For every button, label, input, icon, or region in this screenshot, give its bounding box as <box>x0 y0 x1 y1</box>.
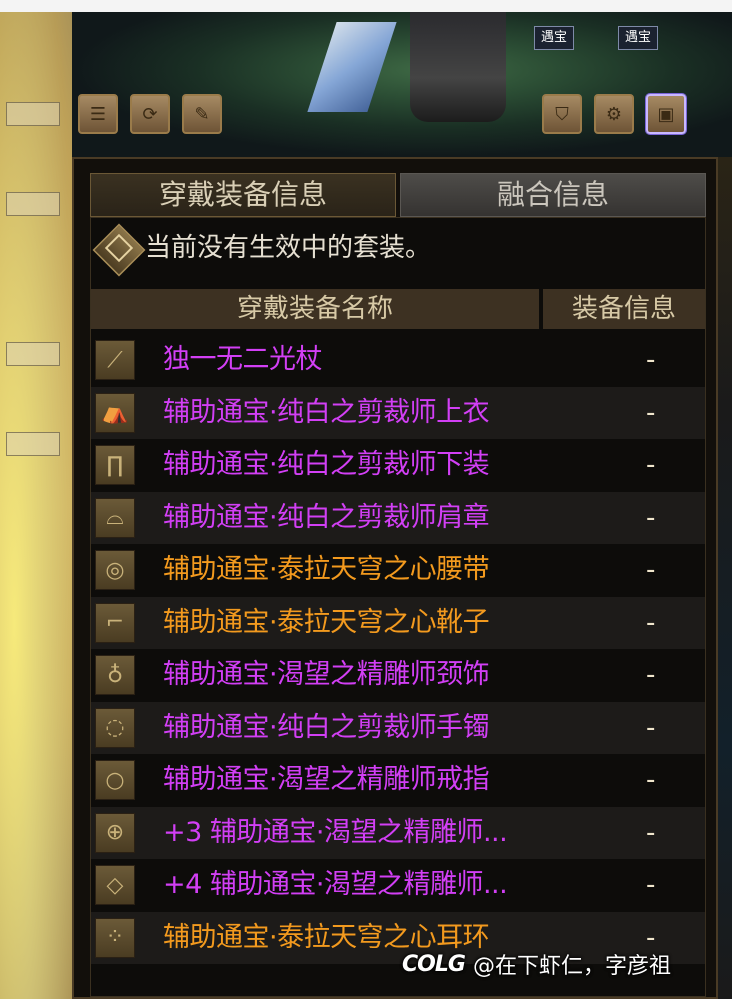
equipment-row[interactable]: ⊕ +3 辅助通宝·渴望之精雕师... - <box>91 806 705 859</box>
armor-icon: ▣ <box>657 103 675 125</box>
gear-button[interactable]: ⚙ <box>594 94 634 134</box>
watermark: COLG @在下虾仁，字彦祖 <box>402 946 671 982</box>
equipment-row[interactable]: ∏ 辅助通宝·纯白之剪裁师下装 - <box>91 439 705 492</box>
brush-icon: ✎ <box>194 103 210 125</box>
subequip-icon[interactable]: ⊕ <box>95 812 135 853</box>
character-preview: 遇宝 遇宝 ☰ ⟳ ✎ ⛉ ⚙ ▣ <box>72 12 732 157</box>
character-weapon <box>307 22 397 112</box>
brush-button[interactable]: ✎ <box>182 94 222 134</box>
equipment-row[interactable]: ⌓ 辅助通宝·纯白之剪裁师肩章 - <box>91 491 705 544</box>
ring-icon[interactable]: ○ <box>95 760 135 800</box>
earring-icon[interactable]: ⁘ <box>95 917 135 958</box>
equipment-list-container: 当前没有生效中的套装。 穿戴装备名称 装备信息 ⟋ 独一无二光杖 - ⛺ 辅助通宝·纯白… <box>90 217 706 997</box>
scene-block <box>6 102 60 126</box>
right-edge-scene <box>716 157 732 999</box>
equipment-row[interactable]: ◎ 辅助通宝·泰拉天穹之心腰带 - <box>91 544 705 597</box>
left-game-scene <box>0 12 72 999</box>
equipment-name[interactable]: 辅助通宝·纯白之剪裁师肩章 <box>163 492 490 544</box>
pants-icon[interactable]: ∏ <box>95 445 135 485</box>
equipment-row[interactable]: ⛺ 辅助通宝·纯白之剪裁师上衣 - <box>91 386 705 439</box>
watermark-text: @在下虾仁，字彦祖 <box>472 954 671 979</box>
equipment-info-value: - <box>646 817 656 848</box>
shoulder-icon[interactable]: ⌓ <box>95 497 135 538</box>
magicstone-icon[interactable]: ◇ <box>95 865 135 905</box>
equipment-row[interactable]: ⌐ 辅助通宝·泰拉天穹之心靴子 - <box>91 596 705 649</box>
equipment-name[interactable]: 独一无二光杖 <box>163 334 323 386</box>
equipment-info-panel: 穿戴装备信息 融合信息 当前没有生效中的套装。 穿戴装备名称 装备信息 ⟋ 独一无… <box>72 157 718 999</box>
set-status-text: 当前没有生效中的套装。 <box>145 233 432 263</box>
equipment-info-value: - <box>646 712 656 743</box>
equipment-row[interactable]: ◌ 辅助通宝·纯白之剪裁师手镯 - <box>91 701 705 754</box>
shield-icon: ⛉ <box>555 103 569 125</box>
badge-tag-1: 遇宝 <box>534 26 575 50</box>
shoes-icon[interactable]: ⌐ <box>95 602 135 643</box>
equipment-name[interactable]: 辅助通宝·泰拉天穹之心靴子 <box>163 597 490 649</box>
scene-block <box>6 342 60 366</box>
settings-button[interactable]: ☰ <box>78 94 118 134</box>
equipment-info-value: - <box>646 345 656 375</box>
refresh-icon: ⟳ <box>142 103 158 125</box>
equipment-name[interactable]: 辅助通宝·纯白之剪裁师下装 <box>163 439 490 491</box>
refresh-button[interactable]: ⟳ <box>130 94 170 134</box>
equipment-name[interactable]: +4 辅助通宝·渴望之精雕师... <box>163 859 508 911</box>
belt-icon[interactable]: ◎ <box>95 550 135 590</box>
shield-button[interactable]: ⛉ <box>542 94 582 134</box>
equipment-info-value: - <box>646 397 656 428</box>
equipment-name[interactable]: +3 辅助通宝·渴望之精雕师... <box>163 807 508 859</box>
weapon-icon[interactable]: ⟋ <box>95 340 135 380</box>
equipment-name[interactable]: 辅助通宝·纯白之剪裁师手镯 <box>163 702 490 754</box>
tab-fusion-info[interactable]: 融合信息 <box>400 173 706 217</box>
top-icon[interactable]: ⛺ <box>95 392 135 433</box>
settings-icon: ☰ <box>89 103 107 125</box>
top-strip <box>0 0 732 12</box>
equipment-row[interactable]: ○ 辅助通宝·渴望之精雕师戒指 - <box>91 754 705 807</box>
scene-block <box>6 192 60 216</box>
equipment-name[interactable]: 辅助通宝·渴望之精雕师颈饰 <box>163 649 490 701</box>
equipment-button[interactable]: ▣ <box>646 94 686 134</box>
equipment-rows: ⟋ 独一无二光杖 - ⛺ 辅助通宝·纯白之剪裁师上衣 - ∏ 辅助通宝·纯白之剪裁师下装 - ⌓ 辅… <box>91 334 705 964</box>
scene-block <box>6 432 60 456</box>
equipment-row[interactable]: ◇ +4 辅助通宝·渴望之精雕师... - <box>91 859 705 912</box>
equipment-info-value: - <box>646 502 656 533</box>
equipment-info-value: - <box>646 660 656 690</box>
necklace-icon[interactable]: ♁ <box>95 655 135 695</box>
character-figure <box>410 12 506 122</box>
gear-icon: ⚙ <box>605 103 623 125</box>
equipment-info-value: - <box>646 450 656 480</box>
set-status-row: 当前没有生效中的套装。 <box>91 218 705 282</box>
equipment-info-value: - <box>646 607 656 638</box>
bracelet-icon[interactable]: ◌ <box>95 707 135 748</box>
equipment-info-value: - <box>646 765 656 795</box>
equipment-info-value: - <box>646 555 656 585</box>
watermark-logo: COLG <box>402 951 466 977</box>
equipment-name[interactable]: 辅助通宝·渴望之精雕师戒指 <box>163 754 490 806</box>
equipment-info-value: - <box>646 870 656 900</box>
column-header-info: 装备信息 <box>543 289 705 329</box>
equipment-name[interactable]: 辅助通宝·纯白之剪裁师上衣 <box>163 387 490 439</box>
badge-tag-2: 遇宝 <box>618 26 659 50</box>
equipment-row[interactable]: ♁ 辅助通宝·渴望之精雕师颈饰 - <box>91 649 705 702</box>
equipment-name[interactable]: 辅助通宝·泰拉天穹之心腰带 <box>163 544 490 596</box>
tab-worn-equipment[interactable]: 穿戴装备信息 <box>90 173 396 217</box>
equipment-row[interactable]: ⟋ 独一无二光杖 - <box>91 334 705 387</box>
column-header-name: 穿戴装备名称 <box>91 289 539 329</box>
